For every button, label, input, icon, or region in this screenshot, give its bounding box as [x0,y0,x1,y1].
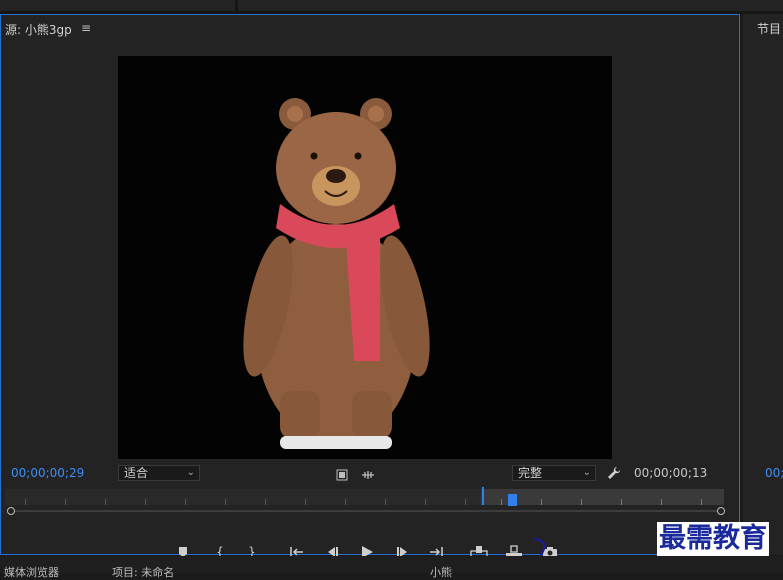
chevron-down-icon: ⌄ [186,467,195,478]
chevron-down-icon: ⌄ [582,467,591,478]
duration-timecode: 00;00;00;13 [634,466,708,480]
safe-margins-icon[interactable] [336,466,348,481]
scrollbar-right-handle[interactable] [717,507,725,515]
bottom-panel-tabs: 媒体浏览器 项目: 未命名 小熊 [0,556,783,579]
program-timecode: 00; [765,466,783,480]
tab-project[interactable]: 项目: 未命名 [112,564,174,580]
wrench-icon[interactable] [607,465,621,479]
scrollbar-left-handle[interactable] [7,507,15,515]
tab-sequence[interactable]: 小熊 [430,564,452,580]
fit-zoom-select[interactable]: 适合 ⌄ [118,465,200,481]
in-out-range [481,489,724,505]
drag-video-audio-icon[interactable] [361,466,375,479]
playhead[interactable] [508,494,517,506]
top-tab-strip [238,0,783,11]
fit-zoom-value: 适合 [124,466,149,480]
panel-title[interactable]: 源: 小熊3gp [5,21,72,38]
bear-image [243,98,430,449]
hamburger-menu-icon[interactable]: ≡ [81,21,91,35]
top-tab-strip [0,0,235,11]
program-monitor-panel: 节目 00; [743,14,783,555]
playback-resolution-value: 完整 [518,466,543,480]
video-preview [118,56,612,459]
playback-resolution-select[interactable]: 完整 ⌄ [512,465,596,481]
watermark-logo: 最需教育 [657,522,769,556]
tab-media-browser[interactable]: 媒体浏览器 [4,564,59,580]
top-bar [0,0,783,14]
current-timecode[interactable]: 00;00;00;29 [11,466,84,480]
zoom-scrollbar[interactable] [11,510,722,512]
program-panel-title[interactable]: 节目 [757,20,781,37]
in-point-marker[interactable] [482,487,484,505]
source-monitor-panel: 源: 小熊3gp ≡ 00;00;00;29 适合 ⌄ 完整 ⌄ 00;00;0… [0,14,740,568]
